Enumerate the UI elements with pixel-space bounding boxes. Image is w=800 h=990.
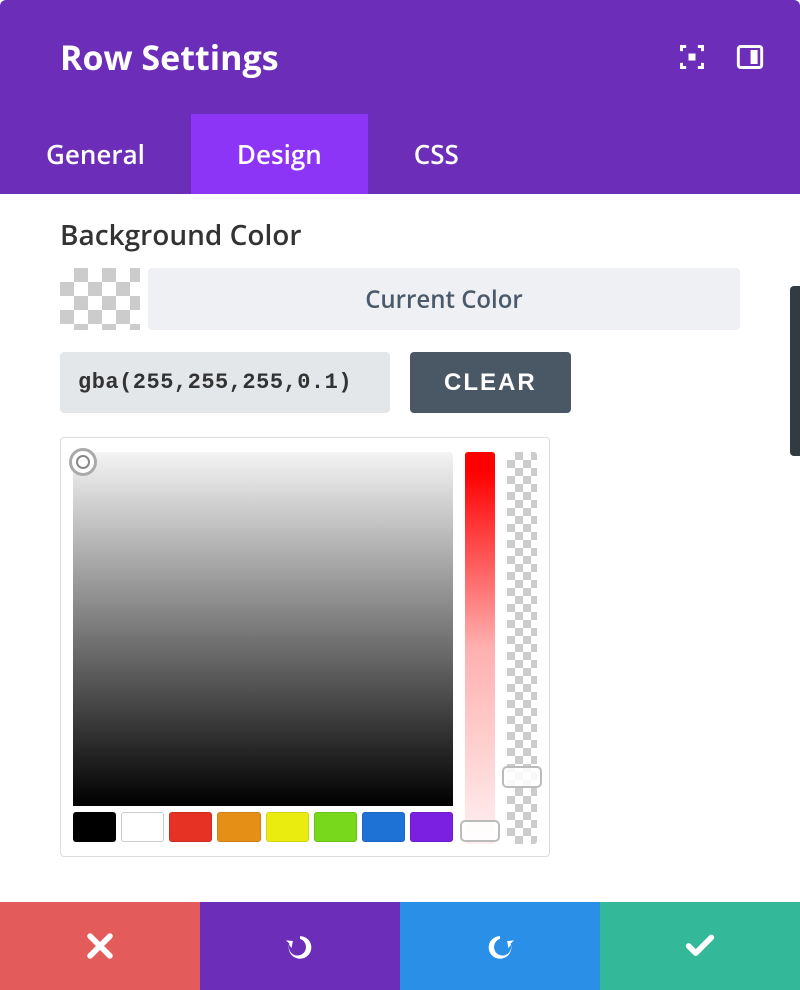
palette-swatch[interactable] [410,812,453,842]
palette-swatch[interactable] [73,812,116,842]
palette-swatch[interactable] [266,812,309,842]
current-color-chip[interactable]: Current Color [148,268,740,330]
close-icon [83,929,117,963]
focus-icon[interactable] [678,43,706,71]
tabs-bar: General Design CSS [0,114,800,194]
hue-thumb[interactable] [460,820,500,842]
palette-row [73,812,453,842]
cancel-button[interactable] [0,902,200,990]
palette-swatch[interactable] [217,812,260,842]
alpha-slider[interactable] [507,452,537,844]
redo-icon [483,929,517,963]
saturation-cursor[interactable] [69,448,97,476]
footer-bar [0,902,800,990]
color-picker [60,437,550,857]
page-title: Row Settings [60,34,678,80]
tab-general[interactable]: General [0,114,191,194]
undo-icon [283,929,317,963]
palette-swatch[interactable] [362,812,405,842]
redo-button[interactable] [400,902,600,990]
clear-button[interactable]: CLEAR [410,352,571,413]
palette-swatch[interactable] [314,812,357,842]
alpha-thumb[interactable] [502,766,542,788]
columns-icon[interactable] [736,43,764,71]
tab-css[interactable]: CSS [368,114,505,194]
confirm-button[interactable] [600,902,800,990]
tab-design[interactable]: Design [191,114,368,194]
palette-swatch[interactable] [169,812,212,842]
hue-slider[interactable] [465,452,495,844]
transparent-swatch[interactable] [60,268,140,330]
check-icon [683,929,717,963]
header-bar: Row Settings [0,0,800,114]
undo-button[interactable] [200,902,400,990]
resize-handle[interactable] [790,286,800,456]
palette-swatch[interactable] [121,812,164,842]
saturation-area[interactable] [73,452,453,806]
content-area: Background Color Current Color CLEAR [0,194,800,877]
section-title: Background Color [60,216,740,254]
color-value-input[interactable] [60,352,390,413]
